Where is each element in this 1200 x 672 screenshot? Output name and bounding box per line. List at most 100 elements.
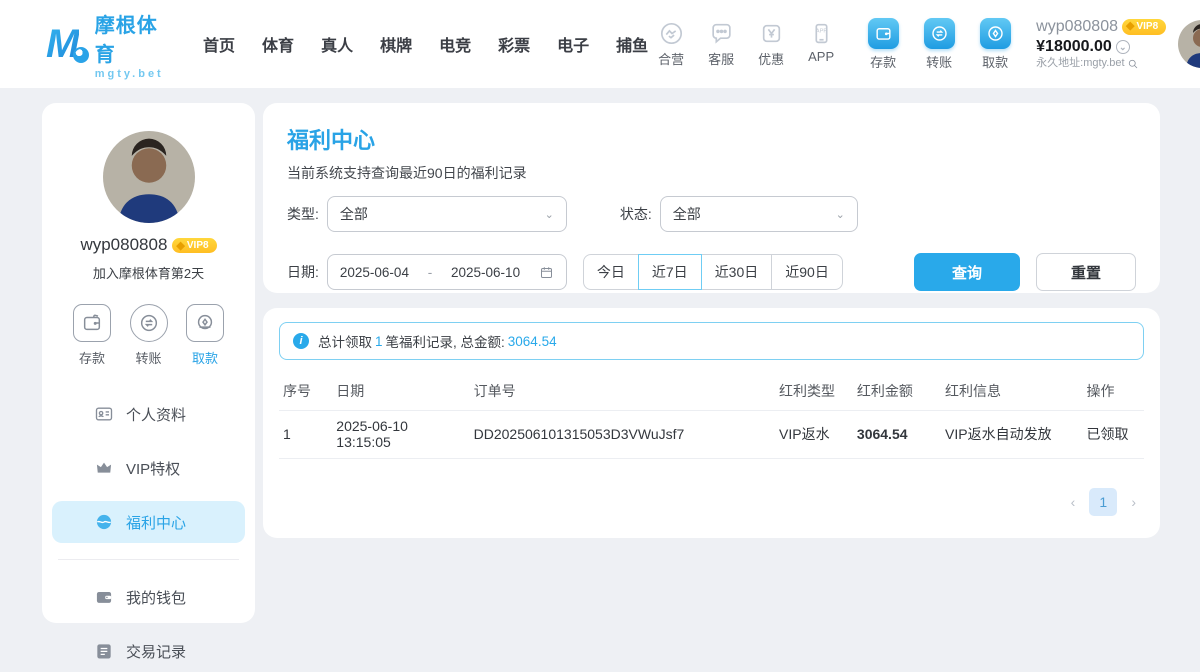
cell-bonus-info: VIP返水自动发放 (941, 410, 1082, 458)
page-subtitle: 当前系统支持查询最近90日的福利记录 (287, 163, 1136, 183)
nav-slots[interactable]: 电子 (557, 32, 589, 56)
col-bonus-info: 红利信息 (941, 372, 1082, 410)
id-card-icon (94, 404, 114, 424)
withdraw-button[interactable]: 取款 (972, 18, 1018, 71)
claimed-status: 已领取 (1082, 410, 1144, 458)
app-download-link[interactable]: APP APP (798, 21, 844, 68)
page-1-button[interactable]: 1 (1089, 488, 1117, 516)
page-title: 福利中心 (287, 123, 1136, 155)
welfare-table: 序号 日期 订单号 红利类型 红利金额 红利信息 操作 1 2025-06-10… (279, 372, 1144, 459)
sidebar-item-vip[interactable]: VIP特权 (52, 447, 245, 489)
wallet-icon (94, 587, 114, 607)
site-logo[interactable]: M 摩根体育 mgty.bet (46, 9, 169, 80)
date-range-input[interactable]: 2025-06-04 - 2025-06-10 (327, 254, 567, 290)
nav-home[interactable]: 首页 (203, 32, 235, 56)
date-label: 日期: (287, 262, 319, 282)
col-bonus-amount: 红利金额 (853, 372, 941, 410)
info-icon: i (293, 333, 309, 349)
nav-sports[interactable]: 体育 (262, 32, 294, 56)
range-30d-button[interactable]: 近30日 (701, 254, 773, 290)
deposit-wallet-icon (868, 18, 899, 49)
record-count: 1 (375, 334, 383, 349)
top-navbar: M 摩根体育 mgty.bet 首页 体育 真人 棋牌 电竞 彩票 电子 捕鱼 … (0, 0, 1200, 88)
transfer-arrows-icon (130, 304, 168, 342)
sidebar-item-transactions[interactable]: 交易记录 (52, 630, 245, 672)
chevron-down-icon: ⌄ (545, 208, 554, 221)
nav-live[interactable]: 真人 (321, 32, 353, 56)
user-avatar[interactable] (1178, 20, 1200, 68)
range-7d-button[interactable]: 近7日 (638, 254, 702, 290)
support-link[interactable]: 客服 (698, 21, 744, 68)
welfare-filter-panel: 福利中心 当前系统支持查询最近90日的福利记录 类型: 全部 ⌄ 状态: 全部 … (263, 103, 1160, 293)
chat-bubble-icon (709, 21, 734, 46)
type-label: 类型: (287, 204, 319, 224)
sidebar-menu: 个人资料 VIP特权 福利中心 我的钱包 交易记录 (42, 393, 255, 672)
cell-index: 1 (279, 410, 332, 458)
profile-sidebar: wyp080808 ◆VIP8 加入摩根体育第2天 存款 转账 取款 个人资料 (42, 103, 255, 623)
site-domain: mgty.bet (95, 68, 169, 80)
deposit-button[interactable]: 存款 (860, 18, 906, 71)
yuan-coupon-icon (759, 21, 784, 46)
cell-bonus-amount: 3064.54 (853, 410, 941, 458)
sidebar-transfer-button[interactable]: 转账 (127, 304, 171, 367)
site-name: 摩根体育 (95, 9, 169, 67)
col-date: 日期 (332, 372, 469, 410)
status-select[interactable]: 全部 ⌄ (660, 196, 858, 232)
welfare-records-panel: i 总计领取 1 笔福利记录, 总金额: 3064.54 序号 日期 订单号 红… (263, 308, 1160, 538)
menu-divider (58, 559, 239, 560)
sidebar-vip-badge: ◆VIP8 (172, 238, 216, 253)
status-label: 状态: (620, 204, 652, 224)
chevron-down-icon: ⌄ (836, 208, 845, 221)
prev-page-button[interactable]: ‹ (1071, 494, 1076, 510)
promo-link[interactable]: 优惠 (748, 21, 794, 68)
query-button[interactable]: 查询 (914, 253, 1020, 291)
table-row: 1 2025-06-10 13:15:05 DD202506101315053D… (279, 410, 1144, 458)
sidebar-avatar[interactable] (103, 131, 195, 223)
total-amount: 3064.54 (508, 334, 557, 349)
user-info: wyp080808 ◆VIP8 ¥18000.00 ⌄ 永久地址:mgty.be… (1036, 17, 1166, 71)
nav-esports[interactable]: 电竞 (439, 32, 471, 56)
next-page-button[interactable]: › (1131, 494, 1136, 510)
vip-badge: ◆VIP8 (1122, 19, 1166, 35)
sidebar-item-welfare[interactable]: 福利中心 (52, 501, 245, 543)
soccer-ball-icon (73, 47, 89, 63)
sidebar-deposit-button[interactable]: 存款 (70, 304, 114, 367)
range-today-button[interactable]: 今日 (583, 254, 639, 290)
magnifier-icon[interactable] (1127, 58, 1139, 70)
calendar-icon (539, 265, 554, 280)
col-action: 操作 (1082, 372, 1144, 410)
sidebar-item-wallet[interactable]: 我的钱包 (52, 576, 245, 618)
permanent-address: 永久地址:mgty.bet (1036, 57, 1166, 71)
type-select[interactable]: 全部 ⌄ (327, 196, 567, 232)
transfer-arrows-icon (924, 18, 955, 49)
reset-button[interactable]: 重置 (1036, 253, 1136, 291)
nav-fishing[interactable]: 捕鱼 (616, 32, 648, 56)
cell-date: 2025-06-10 13:15:05 (332, 410, 469, 458)
balance[interactable]: ¥18000.00 ⌄ (1036, 37, 1166, 57)
sidebar-item-profile[interactable]: 个人资料 (52, 393, 245, 435)
col-index: 序号 (279, 372, 332, 410)
transfer-button[interactable]: 转账 (916, 18, 962, 71)
nav-cards[interactable]: 棋牌 (380, 32, 412, 56)
col-bonus-type: 红利类型 (775, 372, 853, 410)
sidebar-username: wyp080808 (80, 235, 167, 255)
main-nav: 首页 体育 真人 棋牌 电竞 彩票 电子 捕鱼 (203, 32, 648, 56)
date-range-buttons: 今日 近7日 近30日 近90日 (583, 254, 843, 290)
username: wyp080808 (1036, 17, 1118, 37)
vip-shield-icon: ◆ (1126, 20, 1134, 34)
sidebar-withdraw-button[interactable]: 取款 (183, 304, 227, 367)
cell-bonus-type: VIP返水 (775, 410, 853, 458)
table-header-row: 序号 日期 订单号 红利类型 红利金额 红利信息 操作 (279, 372, 1144, 410)
nav-lottery[interactable]: 彩票 (498, 32, 530, 56)
summary-bar: i 总计领取 1 笔福利记录, 总金额: 3064.54 (279, 322, 1144, 360)
vip-shield-icon: ◆ (176, 239, 184, 252)
pagination: ‹ 1 › (1071, 488, 1136, 516)
range-90d-button[interactable]: 近90日 (771, 254, 843, 290)
deposit-wallet-icon (73, 304, 111, 342)
welfare-coin-icon (94, 512, 114, 532)
transaction-list-icon (94, 641, 114, 661)
partner-link[interactable]: 合营 (648, 21, 694, 68)
cell-order: DD202506101315053D3VWuJsf7 (470, 410, 775, 458)
balance-dropdown-icon[interactable]: ⌄ (1116, 40, 1130, 54)
mobile-app-icon: APP (809, 21, 834, 46)
